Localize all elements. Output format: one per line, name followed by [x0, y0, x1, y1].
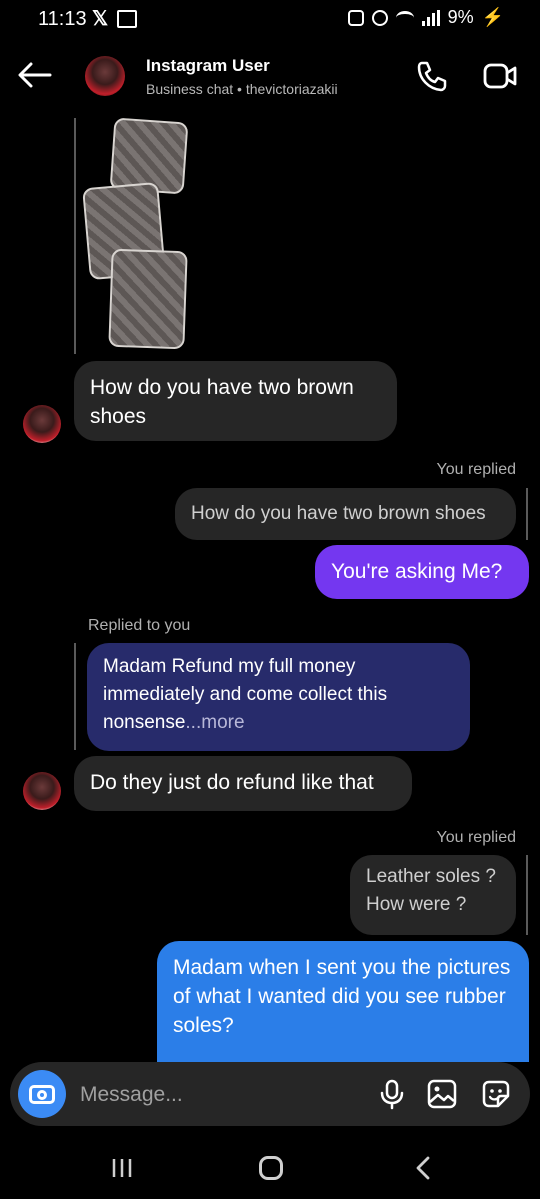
reply-indicator-line [74, 118, 76, 354]
gallery-notification-icon [117, 10, 137, 28]
message-composer [10, 1062, 530, 1126]
message-incoming[interactable]: How do you have two brown shoes [74, 361, 397, 441]
quoted-text: Madam Refund my full money immediately a… [103, 656, 388, 733]
sender-avatar[interactable] [23, 772, 61, 810]
recent-apps-icon[interactable] [110, 1157, 134, 1179]
shoe-photo-3[interactable] [108, 248, 188, 350]
gallery-icon[interactable] [426, 1078, 458, 1110]
status-bar: 11:13 𝕏 9% ⚡ [0, 0, 540, 40]
home-icon[interactable] [259, 1156, 283, 1180]
reply-indicator-line [526, 855, 528, 935]
you-replied-label: You replied [436, 829, 516, 846]
reply-indicator-line [74, 643, 76, 750]
wifi-icon [395, 10, 414, 25]
sticker-icon[interactable] [479, 1077, 513, 1111]
contact-name[interactable]: Instagram User [146, 56, 270, 76]
system-navigation-bar [0, 1135, 540, 1199]
message-input[interactable] [78, 1080, 362, 1110]
replied-to-you-label: Replied to you [88, 617, 191, 634]
sender-avatar[interactable] [23, 405, 61, 443]
quoted-text-line: Leather soles ? [366, 866, 496, 887]
reply-indicator-line [526, 488, 528, 540]
message-incoming[interactable]: Do they just do refund like that [74, 756, 412, 811]
quoted-message[interactable]: Leather soles ? How were ? [350, 855, 516, 935]
contact-subtitle: Business chat • thevictoriazakii [146, 81, 338, 97]
alarm-clock-icon [371, 9, 388, 26]
signal-icon [421, 9, 440, 26]
message-outgoing[interactable]: You're asking Me? [315, 545, 529, 599]
microphone-icon[interactable] [376, 1078, 408, 1110]
message-outgoing-blue[interactable]: Madam when I sent you the pictures of wh… [157, 941, 529, 1062]
video-call-icon[interactable] [483, 62, 517, 90]
quoted-message[interactable]: How do you have two brown shoes [175, 488, 516, 540]
battery-charging-icon: ⚡ [481, 7, 504, 27]
camera-lens [37, 1090, 47, 1100]
battery-percent: 9% [447, 7, 474, 27]
back-arrow-icon[interactable] [18, 62, 52, 88]
x-app-icon: 𝕏 [92, 8, 109, 30]
more-link[interactable]: ...more [185, 712, 244, 733]
system-back-icon[interactable] [412, 1155, 434, 1181]
status-icons: 9% ⚡ [347, 7, 504, 28]
you-replied-label: You replied [436, 461, 516, 478]
chat-header: Instagram User Business chat • thevictor… [0, 40, 540, 110]
alarm-lock-icon [347, 9, 364, 26]
camera-button[interactable] [18, 1070, 66, 1118]
status-time: 11:13 [38, 8, 87, 30]
quoted-message-purple[interactable]: Madam Refund my full money immediately a… [87, 643, 470, 751]
phone-call-icon[interactable] [416, 60, 448, 92]
contact-avatar[interactable] [85, 56, 125, 96]
quoted-text-line: How were ? [366, 894, 467, 915]
